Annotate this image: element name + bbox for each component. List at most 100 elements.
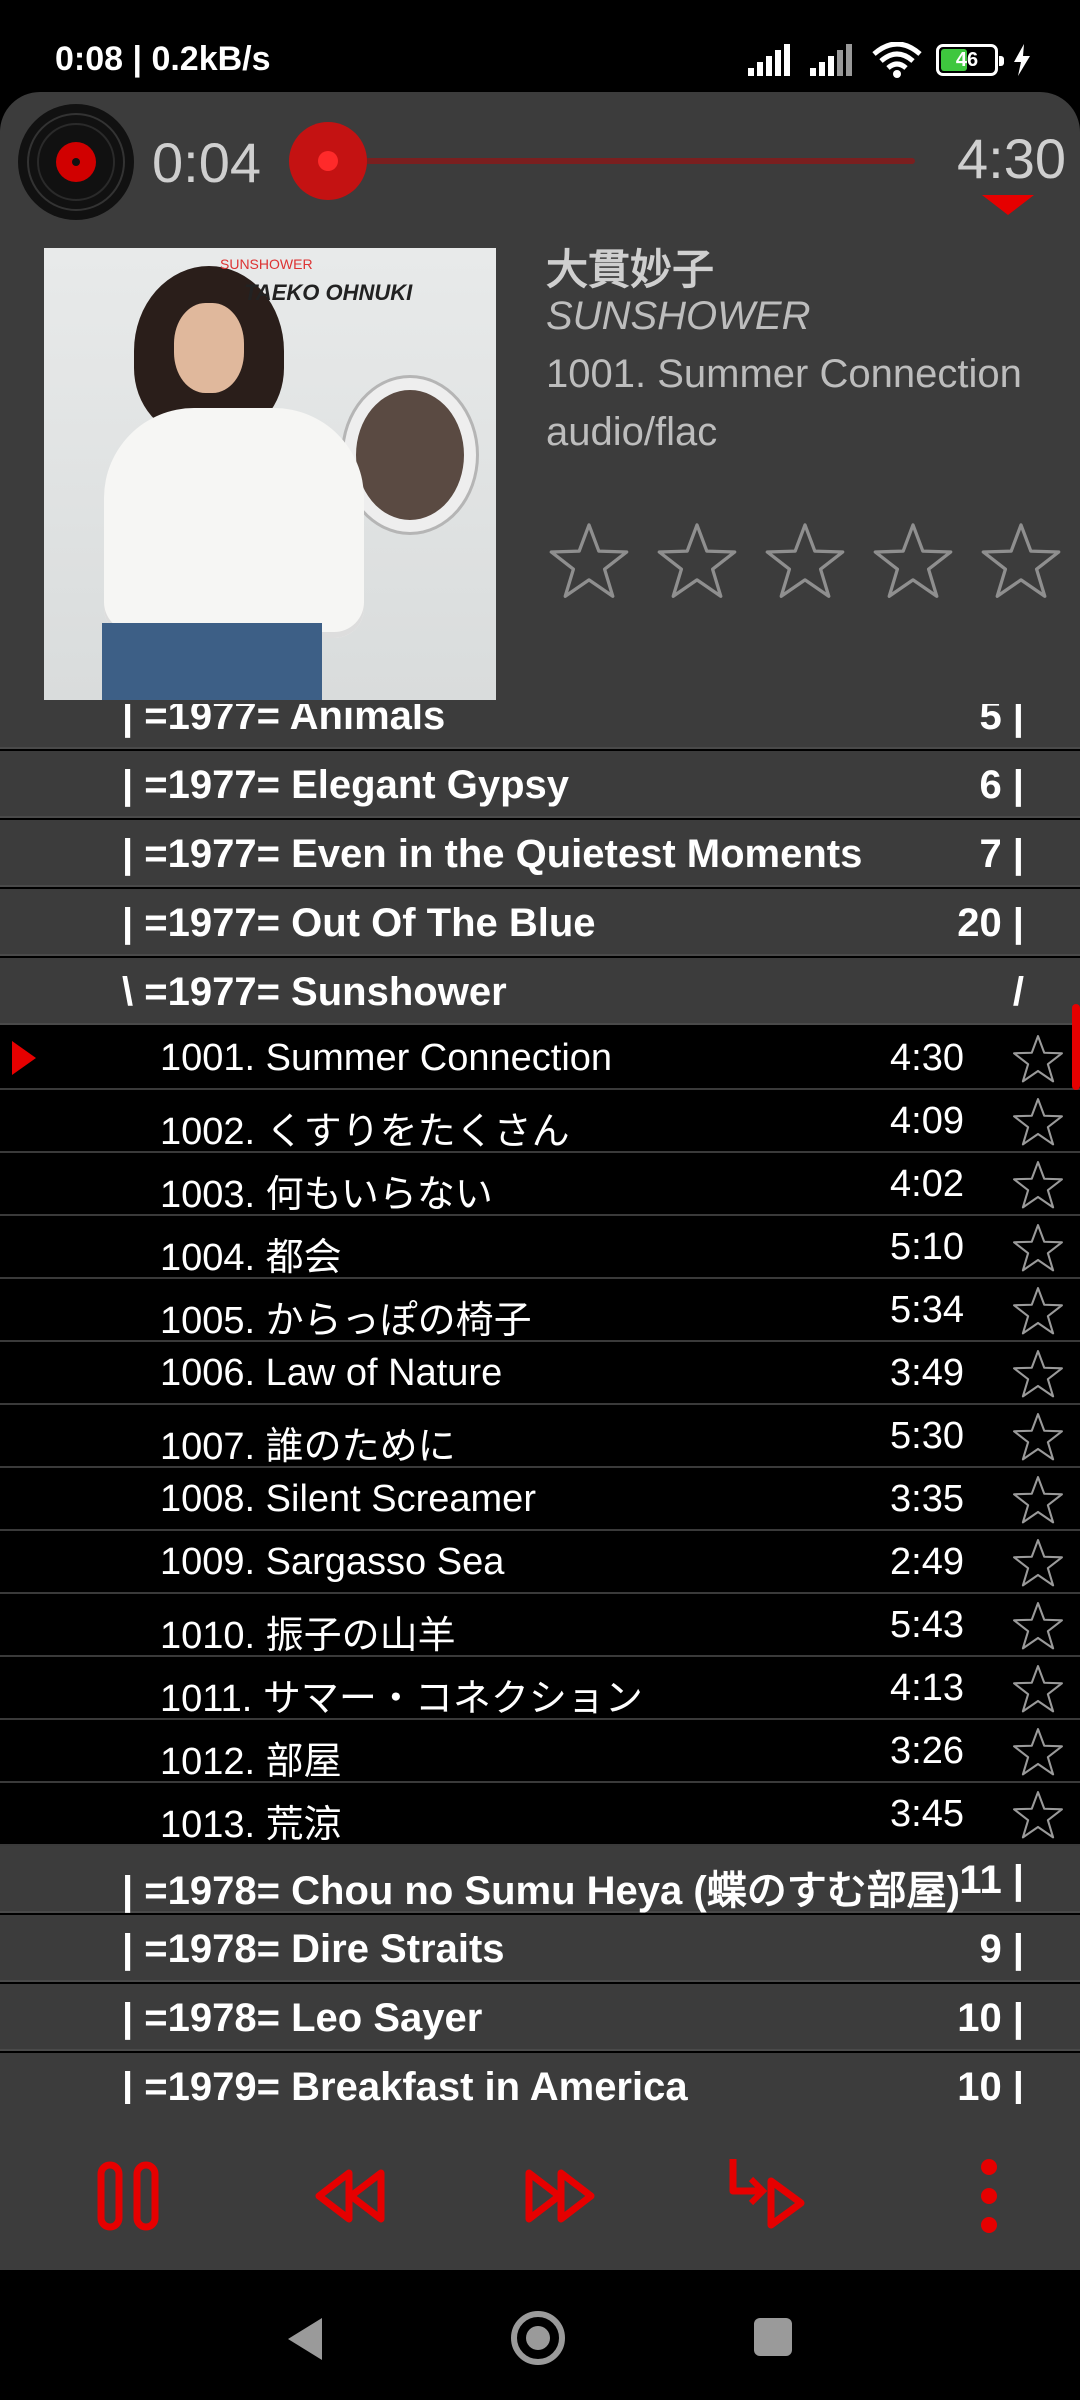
- track-row[interactable]: 1011. サマー・コネクション 4:13: [0, 1657, 1080, 1720]
- scrollbar[interactable]: [1072, 1004, 1080, 1090]
- track-star-icon[interactable]: [1012, 1411, 1064, 1463]
- album-row-label: | =1979= Breakfast in America: [122, 2065, 688, 2104]
- track-star-icon[interactable]: [1012, 1222, 1064, 1274]
- back-icon[interactable]: [282, 2314, 326, 2364]
- status-bar: 0:08 | 0.2kB/s 46: [0, 0, 1080, 92]
- album-row[interactable]: | =1977= Even in the Quietest Moments 7 …: [0, 820, 1080, 887]
- album-row-label: | =1978= Chou no Sumu Heya (蝶のすむ部屋): [122, 1869, 961, 1913]
- track-star-icon[interactable]: [1012, 1096, 1064, 1148]
- rating-star-icon[interactable]: [872, 520, 954, 602]
- track-row[interactable]: 1007. 誰のために 5:30: [0, 1405, 1080, 1468]
- home-icon[interactable]: [508, 2308, 568, 2368]
- rating-star-icon[interactable]: [764, 520, 846, 602]
- track-row-title: 1003. 何もいらない: [160, 1174, 493, 1216]
- track-star-icon[interactable]: [1012, 1159, 1064, 1211]
- track-row[interactable]: 1003. 何もいらない 4:02: [0, 1153, 1080, 1216]
- album-row-count: 5 |: [979, 704, 1024, 738]
- album-row[interactable]: | =1979= Breakfast in America 10 |: [0, 2053, 1080, 2104]
- rating-stars: [548, 520, 1062, 602]
- album-row-label: | =1978= Leo Sayer: [122, 1996, 483, 2040]
- track-row-title: 1009. Sargasso Sea: [160, 1541, 505, 1583]
- album-row-count: 11 |: [959, 1858, 1024, 1902]
- track-star-icon[interactable]: [1012, 1663, 1064, 1715]
- rating-star-icon[interactable]: [980, 520, 1062, 602]
- collapse-arrow-icon[interactable]: [982, 195, 1034, 215]
- rating-star-icon[interactable]: [656, 520, 738, 602]
- album-row-count: /: [1012, 970, 1024, 1014]
- album-row-label: | =1977= Elegant Gypsy: [122, 763, 569, 807]
- track-row[interactable]: 1002. くすりをたくさん 4:09: [0, 1090, 1080, 1153]
- track-row-duration: 4:02: [890, 1163, 964, 1205]
- track-star-icon[interactable]: [1012, 1474, 1064, 1526]
- album-row-label: | =1978= Dire Straits: [122, 1927, 505, 1971]
- signal-icon: [748, 44, 790, 76]
- track-row-duration: 4:30: [890, 1037, 964, 1079]
- track-row-duration: 3:45: [890, 1793, 964, 1835]
- track-row-duration: 4:09: [890, 1100, 964, 1142]
- next-play-button[interactable]: [716, 2146, 816, 2246]
- track-row-title: 1006. Law of Nature: [160, 1352, 503, 1394]
- track-row-duration: 5:34: [890, 1289, 964, 1331]
- track-star-icon[interactable]: [1012, 1789, 1064, 1841]
- status-icons: 46: [748, 40, 1032, 80]
- rating-star-icon[interactable]: [548, 520, 630, 602]
- track-row[interactable]: 1009. Sargasso Sea 2:49: [0, 1531, 1080, 1594]
- album-row[interactable]: \ =1977= Sunshower /: [0, 958, 1080, 1025]
- track-row-duration: 3:26: [890, 1730, 964, 1772]
- album-row[interactable]: | =1977= Elegant Gypsy 6 |: [0, 751, 1080, 818]
- track-star-icon[interactable]: [1012, 1285, 1064, 1337]
- album-row[interactable]: | =1978= Chou no Sumu Heya (蝶のすむ部屋) 11 |: [0, 1846, 1080, 1913]
- battery-level: 46: [955, 48, 979, 71]
- track-row[interactable]: 1010. 振子の山羊 5:43: [0, 1594, 1080, 1657]
- track-row-title: 1008. Silent Screamer: [160, 1478, 536, 1520]
- album-row-count: 9 |: [979, 1927, 1024, 1971]
- library-list[interactable]: | =1977= Animals 5 | | =1977= Elegant Gyp…: [0, 704, 1080, 2104]
- track-row-duration: 4:13: [890, 1667, 964, 1709]
- track-row-duration: 2:49: [890, 1541, 964, 1583]
- track-row-duration: 3:49: [890, 1352, 964, 1394]
- album-row-label: \ =1977= Sunshower: [122, 970, 507, 1014]
- album-row[interactable]: | =1977= Out Of The Blue 20 |: [0, 889, 1080, 956]
- track-star-icon[interactable]: [1012, 1600, 1064, 1652]
- track-star-icon[interactable]: [1012, 1537, 1064, 1589]
- vinyl-record-icon[interactable]: [16, 102, 136, 222]
- more-vert-icon: [981, 2159, 997, 2233]
- album-row[interactable]: | =1978= Dire Straits 9 |: [0, 1915, 1080, 1982]
- track-row-duration: 3:35: [890, 1478, 964, 1520]
- track-row-title: 1011. サマー・コネクション: [160, 1678, 643, 1720]
- album-row-count: 20 |: [957, 901, 1024, 945]
- seek-knob[interactable]: [289, 122, 368, 200]
- track-star-icon[interactable]: [1012, 1033, 1064, 1085]
- track-row[interactable]: 1012. 部屋 3:26: [0, 1720, 1080, 1783]
- track-album: SUNSHOWER: [546, 294, 811, 338]
- track-row-duration: 5:43: [890, 1604, 964, 1646]
- track-row[interactable]: 1005. からっぽの椅子 5:34: [0, 1279, 1080, 1342]
- navigation-bar: [0, 2270, 1080, 2400]
- track-star-icon[interactable]: [1012, 1348, 1064, 1400]
- album-row[interactable]: | =1978= Leo Sayer 10 |: [0, 1984, 1080, 2051]
- pause-icon: [97, 2161, 159, 2231]
- more-options-button[interactable]: [934, 2146, 1034, 2246]
- album-row[interactable]: | =1977= Animals 5 |: [0, 704, 1080, 749]
- track-row[interactable]: 1006. Law of Nature 3:49: [0, 1342, 1080, 1405]
- cover-artist-text: TAEKO OHNUKI: [244, 280, 413, 305]
- fast-forward-button[interactable]: [510, 2146, 610, 2246]
- next-play-icon: [729, 2159, 805, 2229]
- elapsed-time: 0:04: [152, 131, 261, 194]
- wifi-icon: [872, 42, 922, 78]
- battery-icon: 46: [936, 44, 1004, 76]
- track-row-title: 1005. からっぽの椅子: [160, 1300, 532, 1342]
- track-row[interactable]: 1013. 荒涼 3:45: [0, 1783, 1080, 1846]
- track-row[interactable]: 1004. 都会 5:10: [0, 1216, 1080, 1279]
- track-star-icon[interactable]: [1012, 1726, 1064, 1778]
- rewind-button[interactable]: [300, 2146, 400, 2246]
- track-row[interactable]: 1008. Silent Screamer 3:35: [0, 1468, 1080, 1531]
- track-row[interactable]: 1001. Summer Connection 4:30: [0, 1027, 1080, 1090]
- pause-button[interactable]: [78, 2146, 178, 2246]
- charging-icon: [1014, 44, 1030, 76]
- album-row-count: 6 |: [979, 763, 1024, 807]
- track-artist: 大貫妙子: [546, 246, 715, 293]
- album-row-count: 7 |: [979, 832, 1024, 876]
- seek-bar[interactable]: [290, 158, 915, 164]
- recent-apps-icon[interactable]: [752, 2316, 794, 2358]
